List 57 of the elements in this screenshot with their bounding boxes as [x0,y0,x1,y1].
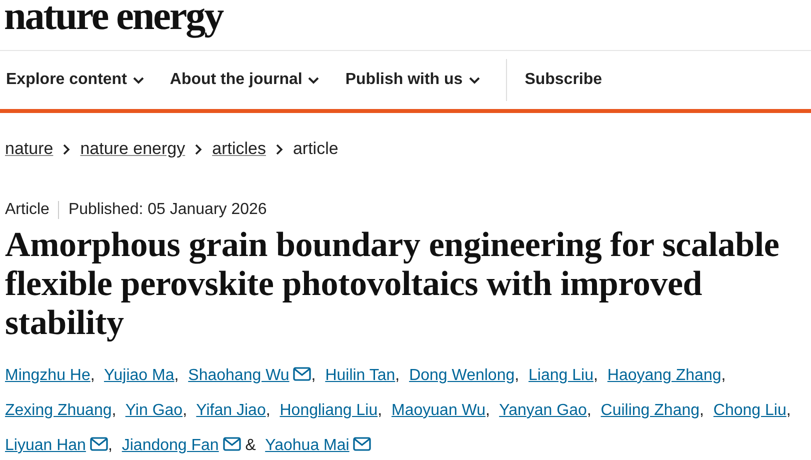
author-separator: & [244,437,256,454]
author-separator: , [108,437,112,454]
chevron-down-icon [308,76,320,84]
chevron-down-icon [468,76,480,84]
chevron-right-icon [63,144,70,154]
email-icon[interactable] [293,367,312,381]
author-link[interactable]: Chong Liu [713,402,786,419]
author-separator: , [182,402,188,419]
author-separator: , [395,367,400,384]
author-separator: , [174,367,179,384]
email-icon[interactable] [90,437,108,451]
author-separator: , [721,367,726,384]
breadcrumb-link[interactable]: nature [5,139,54,159]
author-separator: , [112,402,116,419]
author-separator: , [90,367,95,384]
journal-logo[interactable]: nature energy [4,0,223,36]
nav-menu-button[interactable]: Subscribe [506,59,628,101]
article-type: Article [5,201,50,219]
author-separator: , [786,402,791,419]
author-link[interactable]: Jiandong Fan [122,437,241,454]
author-link[interactable]: Dong Wenlong [409,367,515,384]
nav-menu-button[interactable]: Publish with us [345,51,506,109]
author-separator: , [700,402,704,419]
author-link[interactable]: Maoyuan Wu [392,402,486,419]
published-date: Published: 05 January 2026 [58,201,267,219]
author-separator: , [486,402,490,419]
author-link[interactable]: Huilin Tan [325,367,396,384]
article-title: Amorphous grain boundary engineering for scalable flexible perovskite photovoltaics with improved stability [5,225,780,342]
author-link[interactable]: Liyuan Han [5,437,108,454]
breadcrumb-current[interactable]: article [292,139,338,159]
breadcrumb-link[interactable]: articles [212,139,266,159]
breadcrumb-link[interactable]: nature energy [80,139,186,159]
author-link[interactable]: Yujiao Ma [104,367,174,384]
author-separator: , [586,402,592,419]
email-icon[interactable] [222,437,241,451]
nav-menu-button[interactable]: Explore content [6,51,170,109]
author-link[interactable]: Yaohua Mai [265,437,372,454]
author-link[interactable]: Yanyan Gao [499,402,587,419]
author-link[interactable]: Yin Gao [125,402,183,419]
author-link[interactable]: Shaohang Wu [188,367,312,384]
author-link[interactable]: Cuiling Zhang [600,402,700,419]
author-link[interactable]: Hongliang Liu [280,402,378,419]
author-separator: , [378,402,382,419]
chevron-right-icon [195,144,202,154]
author-link[interactable]: Haoyang Zhang [607,367,722,384]
email-icon[interactable] [353,437,372,451]
chevron-down-icon [132,76,144,84]
chevron-right-icon [276,144,283,154]
author-separator: , [593,367,598,384]
author-link[interactable]: Mingzhu He [5,367,90,384]
author-separator: , [311,367,316,384]
author-link[interactable]: Zexing Zhuang [5,402,112,419]
nav-menu-button[interactable]: About the journal [170,51,346,109]
author-link[interactable]: Yifan Jiao [196,402,266,419]
author-separator: , [514,367,520,384]
author-separator: , [266,402,270,419]
author-link[interactable]: Liang Liu [528,367,594,384]
